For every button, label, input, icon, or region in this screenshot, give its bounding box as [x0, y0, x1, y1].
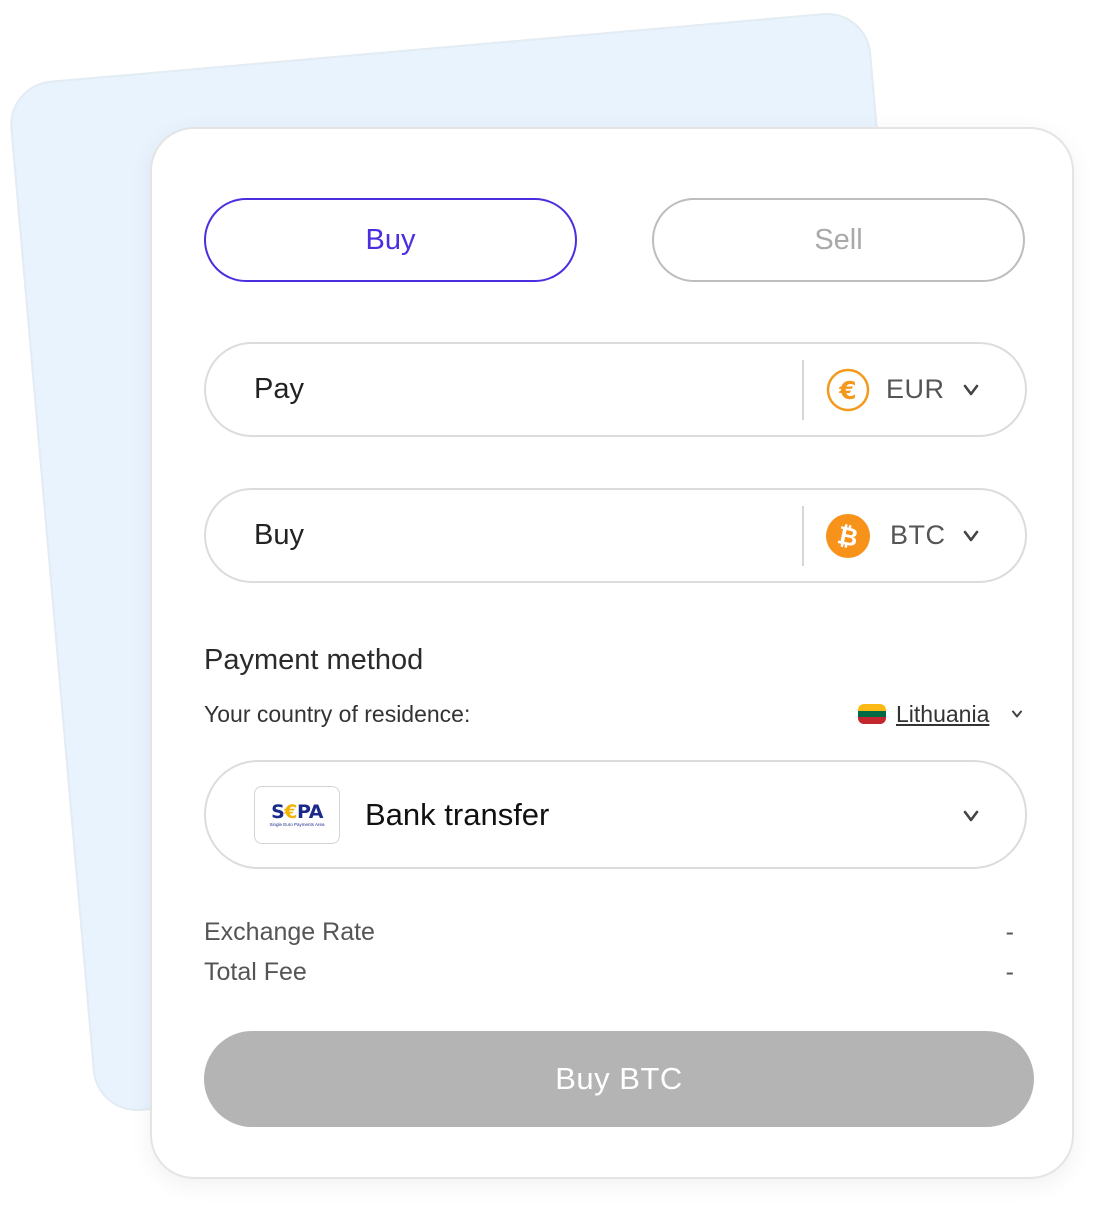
chevron-down-icon: [1012, 710, 1023, 718]
exchange-rate-value: -: [1005, 918, 1014, 946]
sepa-logo-word: S€PA: [271, 800, 323, 823]
buy-field-label: Buy: [254, 519, 304, 551]
buy-tab-button[interactable]: Buy: [204, 198, 577, 282]
pay-currency-select[interactable]: € EUR: [826, 344, 1006, 435]
pay-currency-code: EUR: [886, 374, 945, 404]
buy-currency-code: BTC: [890, 520, 946, 550]
sell-tab-button[interactable]: Sell: [652, 198, 1025, 282]
pay-field-label: Pay: [254, 373, 304, 405]
bitcoin-icon: ₿: [826, 513, 870, 558]
buy-btc-button[interactable]: Buy BTC: [204, 1031, 1034, 1127]
field-divider: [802, 506, 804, 566]
payment-method-title: Payment method: [204, 644, 424, 676]
chevron-down-icon: [963, 530, 979, 542]
pay-amount-field[interactable]: Pay € EUR: [204, 342, 1027, 437]
sell-tab-label: Sell: [814, 223, 863, 256]
exchange-rate-label: Exchange Rate: [204, 918, 375, 946]
buy-currency-select[interactable]: ₿ BTC: [826, 490, 1006, 581]
exchange-rate-row: Exchange Rate -: [204, 918, 1014, 947]
lithuania-flag-icon: [858, 704, 886, 724]
chevron-down-icon: [963, 384, 979, 396]
euro-coin-icon: €: [826, 368, 870, 411]
country-of-residence-label: Your country of residence:: [204, 701, 471, 727]
buy-tab-label: Buy: [365, 223, 416, 256]
buy-amount-field[interactable]: Buy ₿ BTC: [204, 488, 1027, 583]
total-fee-row: Total Fee -: [204, 958, 1014, 987]
total-fee-value: -: [1005, 958, 1014, 986]
country-name: Lithuania: [896, 700, 990, 727]
exchange-card: Buy Sell Pay € EUR Buy ₿ BTC Payment met…: [150, 127, 1074, 1179]
widget-stage: Buy Sell Pay € EUR Buy ₿ BTC Payment met…: [0, 0, 1100, 1214]
field-divider: [802, 360, 804, 420]
chevron-down-icon: [963, 810, 979, 822]
sepa-logo: S€PA Single Euro Payments Area: [254, 786, 340, 844]
country-select[interactable]: Lithuania: [858, 697, 1023, 731]
svg-text:€: €: [838, 376, 856, 405]
total-fee-label: Total Fee: [204, 958, 307, 986]
buy-btc-button-label: Buy BTC: [555, 1061, 683, 1096]
payment-method-label: Bank transfer: [365, 797, 550, 832]
payment-method-select[interactable]: S€PA Single Euro Payments Area Bank tran…: [204, 760, 1027, 869]
sepa-logo-subtitle: Single Euro Payments Area: [269, 821, 325, 827]
